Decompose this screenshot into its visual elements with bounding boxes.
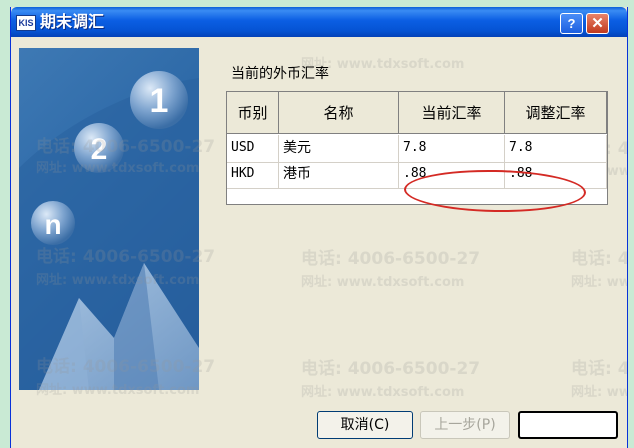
sphere-label-1: 1 — [150, 82, 169, 120]
dialog-window: KIS 期末调汇 ? ✕ 1 2 n 电话: 4006-6500-27 网址: … — [10, 7, 628, 448]
column-header-name[interactable]: 名称 — [279, 92, 399, 134]
watermark-phone: 电话: 4006-6500-27 — [301, 359, 481, 379]
cell-current-rate[interactable]: 7.8 — [399, 135, 505, 163]
cell-currency-code[interactable]: USD — [227, 135, 279, 163]
sphere-label-2: 2 — [91, 133, 108, 166]
wizard-illustration: 1 2 n — [19, 71, 199, 390]
cell-adjusted-rate[interactable]: 7.8 — [505, 135, 607, 163]
watermark-site: 网址: www.tdxsoft.com — [571, 385, 627, 400]
previous-step-button[interactable]: 上一步(P) — [420, 411, 510, 439]
cell-currency-name[interactable]: 美元 — [279, 135, 399, 163]
cancel-button[interactable]: 取消(C) — [317, 411, 413, 439]
next-step-button[interactable] — [518, 411, 618, 439]
table-header-row: 币别 名称 当前汇率 调整汇率 — [227, 92, 607, 134]
window-title: 期末调汇 — [40, 12, 105, 31]
watermark-site: 网址: www.tdxsoft.com — [301, 275, 465, 290]
section-label: 当前的外币汇率 — [231, 66, 329, 82]
table-row[interactable]: USD 美元 7.8 7.8 — [227, 135, 607, 163]
watermark-phone: 电话: 4006-6500-27 — [571, 359, 627, 379]
title-bar[interactable]: KIS 期末调汇 ? ✕ — [11, 7, 627, 37]
close-button[interactable]: ✕ — [586, 13, 609, 34]
wizard-side-image: 1 2 n — [19, 48, 199, 390]
watermark-site: 网址: www.tdxsoft.com — [301, 385, 465, 400]
watermark-phone: 电话: 4006-6500-27 — [301, 249, 481, 269]
watermark-site: 网址: www.tdxsoft.com — [571, 275, 627, 290]
cell-currency-code[interactable]: HKD — [227, 161, 279, 189]
column-header-adjusted-rate[interactable]: 调整汇率 — [505, 92, 607, 134]
cell-currency-name[interactable]: 港币 — [279, 161, 399, 189]
sphere-label-n: n — [44, 209, 61, 240]
column-header-current-rate[interactable]: 当前汇率 — [399, 92, 505, 134]
kis-app-icon: KIS — [16, 15, 36, 31]
column-header-currency[interactable]: 币别 — [227, 92, 279, 134]
help-button[interactable]: ? — [560, 13, 583, 34]
watermark-phone: 电话: 4006-6500-27 — [571, 249, 627, 269]
